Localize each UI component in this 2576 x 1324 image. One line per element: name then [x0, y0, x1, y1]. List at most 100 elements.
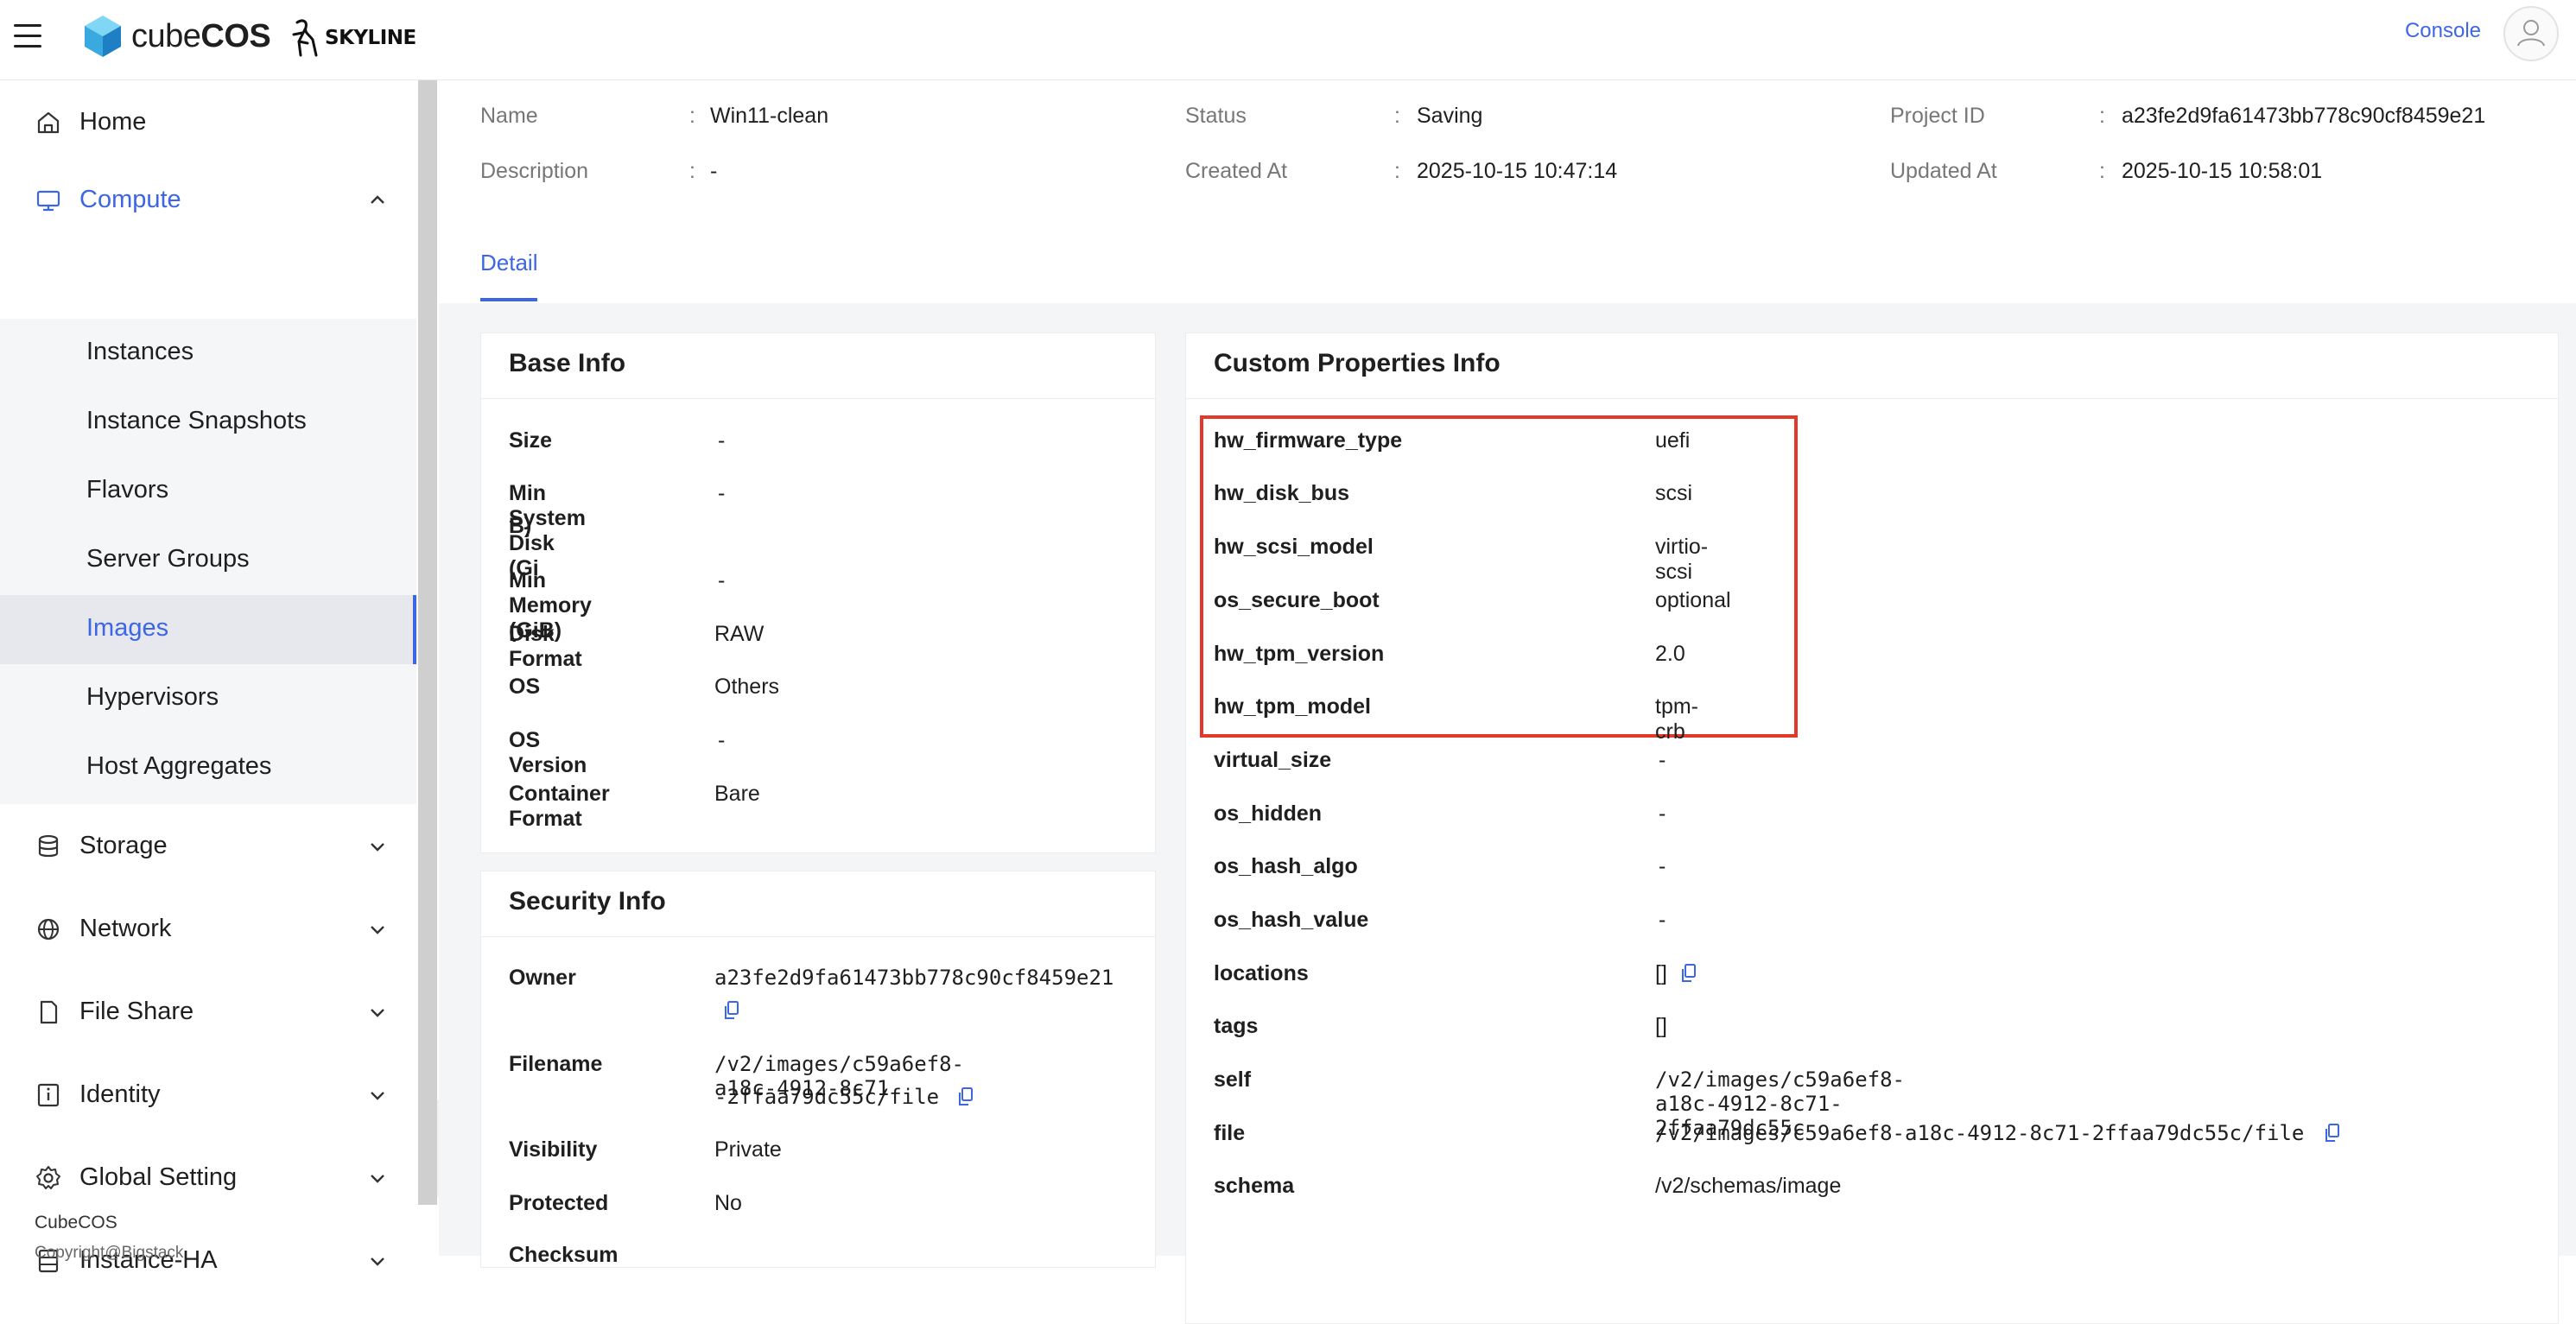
id-card-icon: [37, 1083, 60, 1107]
updated-at-value: 2025-10-15 10:58:01: [2122, 159, 2323, 183]
copy-icon[interactable]: [2324, 1123, 2341, 1143]
partner-logo: SKYLINE: [290, 16, 416, 60]
sidebar-item-flavors[interactable]: Flavors: [0, 457, 416, 526]
row-label: Filename: [509, 1052, 603, 1076]
sidebar-item-label: Flavors: [86, 476, 169, 504]
row-value: -: [718, 728, 726, 752]
sidebar-item-network[interactable]: Network: [0, 887, 416, 970]
property-key: virtual_size: [1214, 748, 1332, 772]
brand-name: cubeCOS: [131, 17, 271, 54]
property-value: /v2/images/c59a6ef8-a18c-4912-8c71-2ffaa…: [1655, 1121, 2305, 1145]
divider: [481, 936, 1155, 937]
security-info-card: Security Info Owner a23fe2d9fa61473bb778…: [480, 871, 1156, 1268]
property-value: optional: [1655, 588, 1731, 612]
row-label: OS: [509, 675, 541, 699]
field-label: Name: [480, 104, 538, 128]
sidebar-item-storage[interactable]: Storage: [0, 804, 416, 887]
sidebar-item-server-groups[interactable]: Server Groups: [0, 526, 416, 595]
compute-submenu: Instances Instance Snapshots Flavors Ser…: [0, 319, 416, 804]
row-value: -: [718, 428, 726, 453]
property-key: os_hash_value: [1214, 908, 1369, 932]
image-header: Name : Win11-clean Description : - Statu…: [439, 80, 2576, 303]
sidebar-item-identity[interactable]: Identity: [0, 1053, 416, 1136]
row-value: Bare: [714, 782, 760, 806]
copy-icon[interactable]: [957, 1086, 974, 1107]
copy-icon[interactable]: [723, 1000, 740, 1021]
property-value: tpm-crb: [1655, 694, 1698, 744]
console-link[interactable]: Console: [2405, 19, 2481, 43]
sidebar-item-host-aggregates[interactable]: Host Aggregates: [0, 733, 416, 802]
row-label: Protected: [509, 1191, 609, 1215]
property-value: []: [1655, 1014, 1667, 1038]
sidebar-item-home[interactable]: Home: [0, 80, 416, 163]
sidebar-scrollbar[interactable]: [418, 80, 437, 1205]
field-separator: :: [1394, 104, 1400, 128]
field-separator: :: [1394, 159, 1400, 183]
custom-properties-card: Custom Properties Info hw_firmware_type u…: [1185, 333, 2559, 1324]
chevron-down-icon: [371, 1092, 384, 1100]
status-value: Saving: [1417, 104, 1483, 128]
property-value: -: [1659, 801, 1666, 826]
sidebar-item-label: Storage: [79, 831, 168, 859]
divider: [481, 398, 1155, 399]
rider-logo-icon: [292, 19, 318, 57]
monitor-icon: [36, 190, 60, 212]
sidebar-item-compute[interactable]: Compute: [0, 158, 416, 241]
chevron-down-icon: [371, 1175, 384, 1183]
property-value: -: [1659, 854, 1666, 878]
cube-logo-icon: [85, 16, 121, 57]
property-key: os_secure_boot: [1214, 588, 1380, 612]
sidebar-item-instance-snapshots[interactable]: Instance Snapshots: [0, 388, 416, 457]
chevron-down-icon: [371, 926, 384, 934]
property-key: schema: [1214, 1174, 1295, 1198]
sidebar-item-images[interactable]: Images: [0, 595, 416, 664]
property-key: os_hash_algo: [1214, 854, 1358, 878]
field-separator: :: [2099, 159, 2105, 183]
sidebar-item-hypervisors[interactable]: Hypervisors: [0, 664, 416, 733]
chevron-down-icon: [371, 1009, 384, 1017]
property-value: -: [1659, 908, 1666, 932]
sidebar-item-file-share[interactable]: File Share: [0, 970, 416, 1053]
sidebar-item-label: Instance Snapshots: [86, 407, 307, 434]
chevron-up-icon: [371, 195, 384, 204]
row-label: OS Version: [509, 728, 587, 777]
base-info-card: Base Info Size - Min System Disk (Gi - B) …: [480, 333, 1156, 853]
copy-icon[interactable]: [1680, 963, 1697, 984]
sidebar-item-global-setting[interactable]: Global Setting: [0, 1136, 416, 1219]
row-value: -: [718, 481, 726, 505]
property-value-wrap: /v2/images/c59a6ef8-a18c-4912-8c71-2ffaa…: [1655, 1121, 2341, 1145]
field-separator: :: [689, 104, 695, 128]
sidebar-item-label: File Share: [79, 997, 194, 1025]
user-icon: [2517, 20, 2545, 47]
project-id-value: a23fe2d9fa61473bb778c90cf8459e21: [2122, 104, 2486, 128]
property-key: os_hidden: [1214, 801, 1323, 826]
chevron-down-icon: [371, 843, 384, 852]
image-name: Win11-clean: [710, 104, 829, 128]
property-key: hw_tpm_version: [1214, 642, 1385, 666]
field-label: Updated At: [1890, 159, 1997, 183]
row-label: Container Format: [509, 782, 610, 831]
user-avatar[interactable]: [2503, 6, 2559, 61]
owner-value: a23fe2d9fa61473bb778c90cf8459e21: [714, 966, 1114, 990]
partner-name: SKYLINE: [325, 27, 416, 49]
tab-active-indicator: [480, 298, 537, 301]
property-key: hw_scsi_model: [1214, 535, 1374, 559]
property-key: self: [1214, 1067, 1252, 1092]
menu-toggle-icon[interactable]: [10, 19, 45, 54]
sidebar-item-label: Host Aggregates: [86, 752, 272, 780]
row-label: Visibility: [509, 1137, 598, 1162]
sidebar-item-instances[interactable]: Instances: [0, 319, 416, 388]
sidebar-item-label: Server Groups: [86, 545, 250, 573]
tab-detail[interactable]: Detail: [480, 250, 537, 276]
field-separator: :: [689, 159, 695, 183]
property-key: file: [1214, 1121, 1246, 1145]
logo[interactable]: cubeCOS: [83, 10, 271, 62]
property-value-wrap: []: [1655, 961, 1697, 986]
top-bar: cubeCOS SKYLINE Console: [0, 0, 2576, 80]
sidebar-footer-copyright: Copyright@Bigstack: [35, 1244, 184, 1262]
property-key: locations: [1214, 961, 1309, 985]
file-icon: [40, 1000, 58, 1024]
property-key: hw_tpm_model: [1214, 694, 1371, 719]
card-title: Security Info: [509, 887, 666, 915]
field-label: Created At: [1185, 159, 1288, 183]
